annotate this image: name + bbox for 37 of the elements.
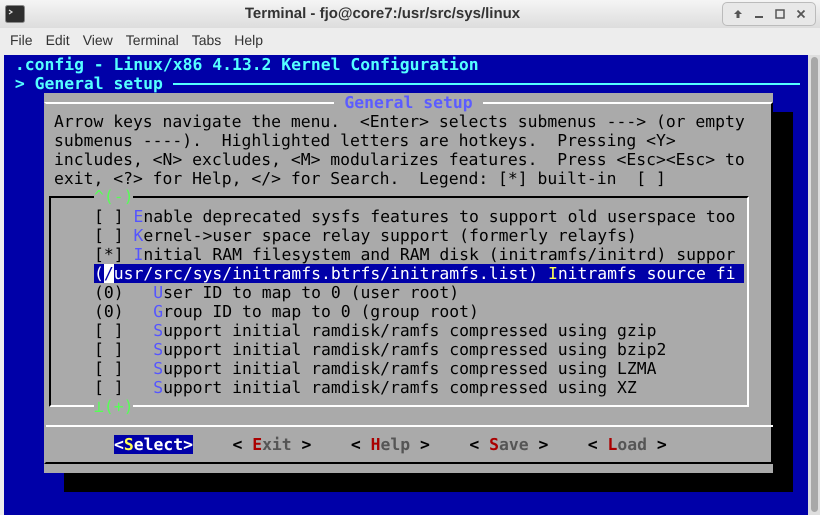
menu-item[interactable]: Tabs (186, 30, 228, 50)
close-icon[interactable] (796, 9, 806, 19)
menu-option[interactable]: [ ] Kernel->user space relay support (formerly relayfs) (94, 226, 744, 245)
menu-option[interactable]: (0) User ID to map to 0 (user root) (94, 283, 744, 302)
menu-item[interactable]: Edit (40, 30, 76, 50)
help-text: submenus ----). Highlighted letters are hotkeys. Pressing <Y> (53, 131, 677, 150)
menu-option[interactable]: [ ] Support initial ramdisk/ramfs compressed using bzip2 (94, 340, 744, 359)
menu-item[interactable]: View (76, 30, 119, 50)
help-text: Arrow keys navigate the menu. <Enter> selects submenus ---> (or empty (53, 112, 746, 131)
scrollbar-thumb[interactable] (810, 57, 818, 512)
dialog-title: General setup (334, 93, 482, 112)
menu-option[interactable]: [ ] Support initial ramdisk/ramfs compressed using LZMA (94, 359, 744, 378)
maximize-icon[interactable] (774, 9, 784, 19)
scrollbar[interactable] (808, 55, 820, 515)
menu-option[interactable]: (0) G roup ID to map to 0 (group root) (94, 302, 744, 321)
config-header: .config - Linux/x86 4.13.2 Kernel Configuration (14, 55, 479, 74)
menu-item[interactable]: File (4, 30, 39, 50)
menu-option[interactable]: [*] Initial RAM filesystem and RAM disk (initramfs/initrd) suppor (94, 245, 744, 264)
dialog-button[interactable]: < Help > (350, 435, 430, 454)
dialog-button[interactable]: < Exit > (232, 435, 312, 454)
menu-option[interactable]: (/usr/src/sys/initramfs.btrfs/initramfs.list) Initramfs source fi (94, 264, 744, 283)
help-text: includes, <N> excludes, <M> modularizes features. Press <Esc><Esc> to (53, 150, 746, 169)
scroll-down-indicator: ⊥(+) (94, 397, 134, 416)
scroll-up-indicator: ^(-) (94, 187, 134, 206)
help-text: exit, <?> for Help, </> for Search. Legend: [*] built-in [ ] (53, 169, 667, 188)
window-title: Terminal - fjo@core7:/usr/src/sys/linux (244, 4, 520, 24)
menu-option[interactable]: [ ] Support initial ramdisk/ramfs compressed using gzip (94, 321, 744, 340)
terminal-icon (5, 5, 25, 23)
dialog-button[interactable]: <Select> (114, 435, 193, 454)
arrow-up-icon[interactable] (732, 9, 742, 19)
dialog-button[interactable]: < Save > (469, 435, 548, 454)
menu-item[interactable]: Terminal (120, 30, 185, 50)
menu-item[interactable]: Help (228, 30, 270, 50)
breadcrumb: > General setup (14, 74, 163, 93)
menu-option[interactable]: [ ] Support initial ramdisk/ramfs compressed using XZ (94, 378, 744, 397)
dialog-button[interactable]: < Load > (588, 435, 667, 454)
menu-option[interactable]: [ ] Enable deprecated sysfs features to support old userspace too (94, 207, 744, 226)
